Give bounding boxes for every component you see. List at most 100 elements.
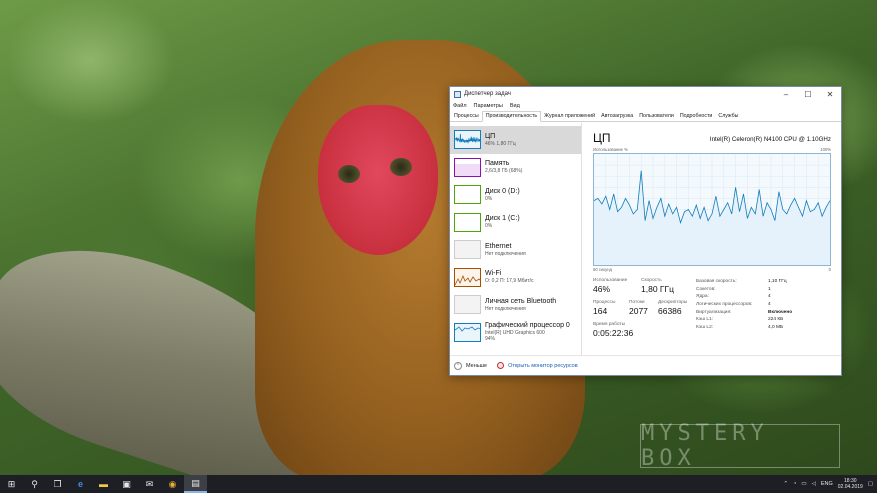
detail-value: 224 КБ — [768, 317, 784, 323]
axis-zero-label: 0 — [828, 267, 831, 272]
task-manager-taskbar-icon[interactable]: ▤ — [184, 475, 207, 493]
detail-value: 4 — [768, 302, 771, 308]
mail-icon[interactable]: ✉ — [138, 475, 161, 493]
task-view-icon[interactable]: ❐ — [46, 475, 69, 493]
tab-startup[interactable]: Автозагрузка — [598, 112, 636, 121]
detail-key: Сокетов: — [696, 286, 716, 292]
detail-key: Кэш L1: — [696, 317, 714, 323]
sidebar-item-sub: 46% 1,80 ГГц — [485, 140, 516, 147]
sidebar-item-label: Диск 1 (C:) — [485, 215, 520, 223]
sidebar-item-label: Личная сеть Bluetooth — [485, 297, 557, 305]
sidebar-item-gpu[interactable]: Графический процессор 0 Intel(R) UHD Grap… — [450, 319, 581, 347]
monkey-face — [318, 105, 438, 255]
cpu-usage-chart — [593, 154, 831, 265]
title-bar[interactable]: Диспетчер задач – ☐ ✕ — [450, 87, 841, 101]
menu-bar: Файл Параметры Вид — [450, 101, 841, 111]
processes-value: 164 — [593, 306, 608, 316]
sidebar-item-memory[interactable]: Память 2,6/3,8 ГБ (68%) — [450, 154, 581, 182]
sidebar-item-label: Память — [485, 160, 510, 168]
cpu-panel: ЦП Intel(R) Celeron(R) N4100 CPU @ 1.10G… — [582, 123, 841, 375]
task-manager-window: Диспетчер задач – ☐ ✕ Файл Параметры Вид… — [449, 86, 842, 376]
sidebar-item-disk-1[interactable]: Диск 1 (C:) 0% — [450, 209, 581, 237]
monkey-eye — [338, 165, 360, 183]
tab-processes[interactable]: Процессы — [451, 112, 482, 121]
cpu-usage-graph — [593, 153, 831, 266]
tab-performance[interactable]: Производительность — [481, 111, 542, 122]
tab-users[interactable]: Пользователи — [636, 112, 677, 121]
detail-key: Кэш L2: — [696, 324, 714, 330]
axis-label: Использование % — [593, 147, 628, 152]
disk-thumbnail-graph — [454, 185, 481, 205]
tab-strip: Процессы Производительность Журнал прило… — [450, 111, 841, 122]
task-manager-icon — [454, 90, 461, 98]
usage-value: 46% — [593, 284, 611, 294]
panel-title: ЦП — [593, 131, 611, 145]
system-tray: ⌃ ◔ ▭ ◁ ENG 18:30 02.04.2019 ▢ — [783, 478, 877, 490]
bluetooth-thumbnail-graph — [454, 295, 481, 315]
chevron-up-icon[interactable]: ⌃ — [454, 361, 462, 370]
cpu-stats: Использование 46% Скорость 1,80 ГГц Процес… — [593, 278, 831, 358]
sidebar-item-sub: 0% — [485, 195, 493, 202]
cpu-thumbnail-graph — [454, 130, 481, 150]
detail-value: 4,0 МБ — [768, 324, 784, 330]
sidebar-item-label: Ethernet — [485, 242, 512, 250]
sidebar-item-wifi[interactable]: Wi-Fi О: 0,2 П: 17,9 Мбит/с — [450, 264, 581, 292]
clock[interactable]: 18:30 02.04.2019 — [838, 478, 863, 490]
sidebar-item-label: ЦП — [485, 132, 496, 140]
detail-key: Базовая скорость: — [696, 279, 737, 285]
detail-value: 1 — [768, 286, 771, 292]
menu-view[interactable]: Вид — [510, 103, 520, 109]
sidebar-item-label: Диск 0 (D:) — [485, 187, 520, 195]
menu-options[interactable]: Параметры — [474, 103, 503, 109]
disk-thumbnail-graph — [454, 212, 481, 232]
watermark: MYSTERY BOX — [640, 421, 840, 471]
sidebar-item-ethernet[interactable]: Ethernet Нет подключения — [450, 236, 581, 264]
taskbar: ⊞ ⚲ ❐ e ▬ ▣ ✉ ◉ ▤ ⌃ ◔ ▭ ◁ ENG 18:30 02.0… — [0, 475, 877, 493]
sidebar-item-sub: 94% — [485, 336, 496, 343]
axis-max-label: 100% — [820, 147, 831, 152]
memory-thumbnail-graph — [454, 157, 481, 177]
monkey-eye — [390, 158, 412, 176]
cpu-model: Intel(R) Celeron(R) N4100 CPU @ 1.10GHz — [709, 136, 831, 143]
sidebar-item-label: Графический процессор 0 — [485, 322, 570, 330]
cpu-details: Базовая скорость: 1,10 ГГц Сокетов: 1 Ядра… — [696, 278, 831, 331]
fewer-details-link[interactable]: Меньше — [466, 363, 487, 369]
wifi-thumbnail-graph — [454, 267, 481, 287]
tab-services[interactable]: Службы — [715, 112, 741, 121]
network-icon[interactable]: ◔ — [793, 481, 796, 487]
chevron-up-icon[interactable]: ⌃ — [783, 481, 788, 487]
cpu-mini-chart — [455, 134, 480, 145]
tab-app-history[interactable]: Журнал приложений — [541, 112, 598, 121]
notifications-icon[interactable]: ▢ — [868, 481, 873, 487]
chrome-icon[interactable]: ◉ — [161, 475, 184, 493]
sidebar-item-sub: О: 0,2 П: 17,9 Мбит/с — [485, 278, 534, 285]
file-explorer-icon[interactable]: ▬ — [92, 475, 115, 493]
tab-details[interactable]: Подробности — [677, 112, 716, 121]
gpu-mini-chart — [455, 326, 480, 332]
sidebar-item-bluetooth[interactable]: Личная сеть Bluetooth Нет подключения — [450, 291, 581, 319]
store-icon[interactable]: ▣ — [115, 475, 138, 493]
edge-browser-icon[interactable]: e — [69, 475, 92, 493]
search-icon[interactable]: ⚲ — [23, 475, 46, 493]
close-button[interactable]: ✕ — [819, 87, 841, 101]
detail-key: Виртуализация: — [696, 309, 732, 315]
resource-monitor-icon — [497, 362, 505, 369]
sidebar-item-disk-0[interactable]: Диск 0 (D:) 0% — [450, 181, 581, 209]
battery-icon[interactable]: ▭ — [801, 481, 806, 487]
speed-value: 1,80 ГГц — [641, 284, 674, 294]
menu-file[interactable]: Файл — [453, 103, 467, 109]
sidebar-item-sub: 2,6/3,8 ГБ (68%) — [485, 168, 523, 175]
sidebar-item-cpu[interactable]: ЦП 46% 1,80 ГГц — [450, 126, 581, 154]
windows-start-icon[interactable]: ⊞ — [0, 475, 23, 493]
window-footer: ⌃ Меньше Открыть монитор ресурсов — [450, 355, 841, 375]
volume-icon[interactable]: ◁ — [812, 481, 816, 487]
performance-content: ЦП 46% 1,80 ГГц Память 2,6/3,8 ГБ (68%) Ди… — [450, 123, 841, 375]
maximize-button[interactable]: ☐ — [797, 87, 819, 101]
open-resource-monitor-link[interactable]: Открыть монитор ресурсов — [508, 363, 578, 369]
sidebar-item-sub: Нет подключения — [485, 250, 526, 257]
axis-time-label: 60 секунд — [593, 267, 612, 272]
detail-value: Включено — [768, 309, 793, 315]
language-indicator[interactable]: ENG — [821, 481, 833, 487]
ethernet-thumbnail-graph — [454, 240, 481, 260]
minimize-button[interactable]: – — [775, 87, 797, 101]
